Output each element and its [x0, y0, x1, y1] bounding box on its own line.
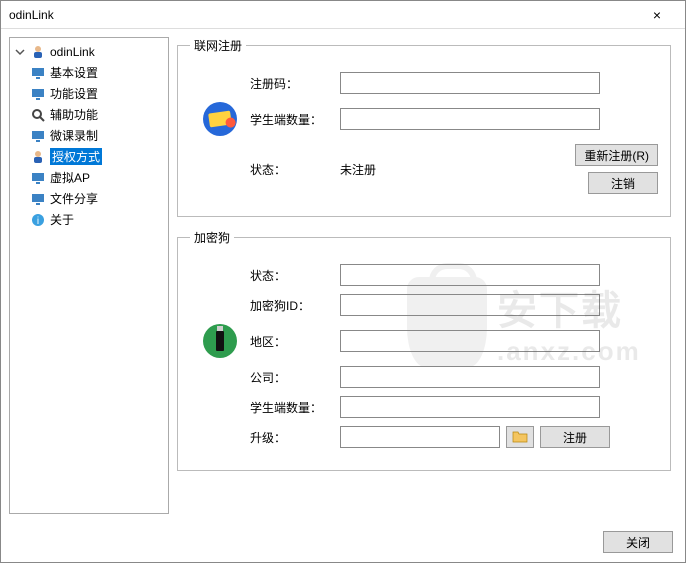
app-window: odinLink × odinLink 基本设置 功能 — [0, 0, 686, 563]
close-button[interactable]: 关闭 — [603, 531, 673, 553]
tree-item-label: 文件分享 — [50, 190, 98, 207]
footer: 关闭 — [1, 522, 685, 562]
tree-item-micro-record[interactable]: 微课录制 — [28, 125, 166, 146]
svg-text:i: i — [37, 216, 39, 227]
dongle-status-label: 状态： — [250, 267, 340, 284]
tree-item-function-settings[interactable]: 功能设置 — [28, 83, 166, 104]
group-legend: 加密狗 — [190, 229, 234, 246]
tree-root[interactable]: odinLink — [12, 42, 166, 62]
upgrade-label: 升级： — [250, 429, 340, 446]
tree-item-label: 关于 — [50, 211, 74, 228]
dongle-group: 加密狗 状态： 加密狗ID： 地区： — [177, 229, 671, 471]
upgrade-input[interactable] — [340, 426, 500, 448]
tree-item-about[interactable]: i 关于 — [28, 209, 166, 230]
dongle-status-input[interactable] — [340, 264, 600, 286]
reregister-button[interactable]: 重新注册(R) — [575, 144, 658, 166]
online-register-group: 联网注册 注册码： 学生端数量： — [177, 37, 671, 217]
status-label: 状态： — [250, 161, 340, 178]
folder-icon — [512, 429, 528, 443]
person-icon — [30, 44, 46, 60]
tree-item-virtual-ap[interactable]: 虚拟AP — [28, 167, 166, 188]
content-area: odinLink 基本设置 功能设置 辅助功能 微课录制 — [1, 29, 685, 522]
dongle-student-count-input[interactable] — [340, 396, 600, 418]
tree-item-license-mode[interactable]: 授权方式 — [28, 146, 166, 167]
tree-item-label: 虚拟AP — [50, 169, 90, 186]
expand-icon[interactable] — [14, 46, 26, 58]
main-panel: 联网注册 注册码： 学生端数量： — [177, 37, 677, 514]
tree-item-aux-functions[interactable]: 辅助功能 — [28, 104, 166, 125]
monitor-icon — [30, 65, 46, 81]
region-label: 地区： — [250, 333, 340, 350]
group-legend: 联网注册 — [190, 37, 246, 54]
company-input[interactable] — [340, 366, 600, 388]
tree-item-label: 微课录制 — [50, 127, 98, 144]
search-icon — [30, 107, 46, 123]
logout-button[interactable]: 注销 — [588, 172, 658, 194]
region-input[interactable] — [340, 330, 600, 352]
tree-item-file-share[interactable]: 文件分享 — [28, 188, 166, 209]
tree-item-label: 辅助功能 — [50, 106, 98, 123]
company-label: 公司： — [250, 369, 340, 386]
person-icon — [30, 149, 46, 165]
student-count-input[interactable] — [340, 108, 600, 130]
monitor-icon — [30, 86, 46, 102]
info-icon: i — [30, 212, 46, 228]
tree-children: 基本设置 功能设置 辅助功能 微课录制 授权方式 — [12, 62, 166, 230]
titlebar: odinLink × — [1, 1, 685, 29]
tree-item-label: 功能设置 — [50, 85, 98, 102]
nav-tree: odinLink 基本设置 功能设置 辅助功能 微课录制 — [9, 37, 169, 514]
dongle-id-input[interactable] — [340, 294, 600, 316]
student-count-label: 学生端数量： — [250, 111, 340, 128]
close-icon[interactable]: × — [637, 7, 677, 23]
dongle-student-count-label: 学生端数量： — [250, 399, 340, 416]
window-title: odinLink — [9, 8, 637, 22]
reg-code-input[interactable] — [340, 72, 600, 94]
card-icon — [203, 102, 237, 136]
tree-item-basic-settings[interactable]: 基本设置 — [28, 62, 166, 83]
monitor-icon — [30, 170, 46, 186]
tree-item-label: 基本设置 — [50, 64, 98, 81]
register-button[interactable]: 注册 — [540, 426, 610, 448]
status-value: 未注册 — [340, 161, 460, 178]
tree-item-label: 授权方式 — [50, 148, 102, 165]
monitor-icon — [30, 191, 46, 207]
usb-icon — [203, 324, 237, 358]
tree-root-label: odinLink — [50, 45, 95, 59]
monitor-icon — [30, 128, 46, 144]
reg-code-label: 注册码： — [250, 75, 340, 92]
browse-button[interactable] — [506, 426, 534, 448]
dongle-id-label: 加密狗ID： — [250, 297, 340, 314]
